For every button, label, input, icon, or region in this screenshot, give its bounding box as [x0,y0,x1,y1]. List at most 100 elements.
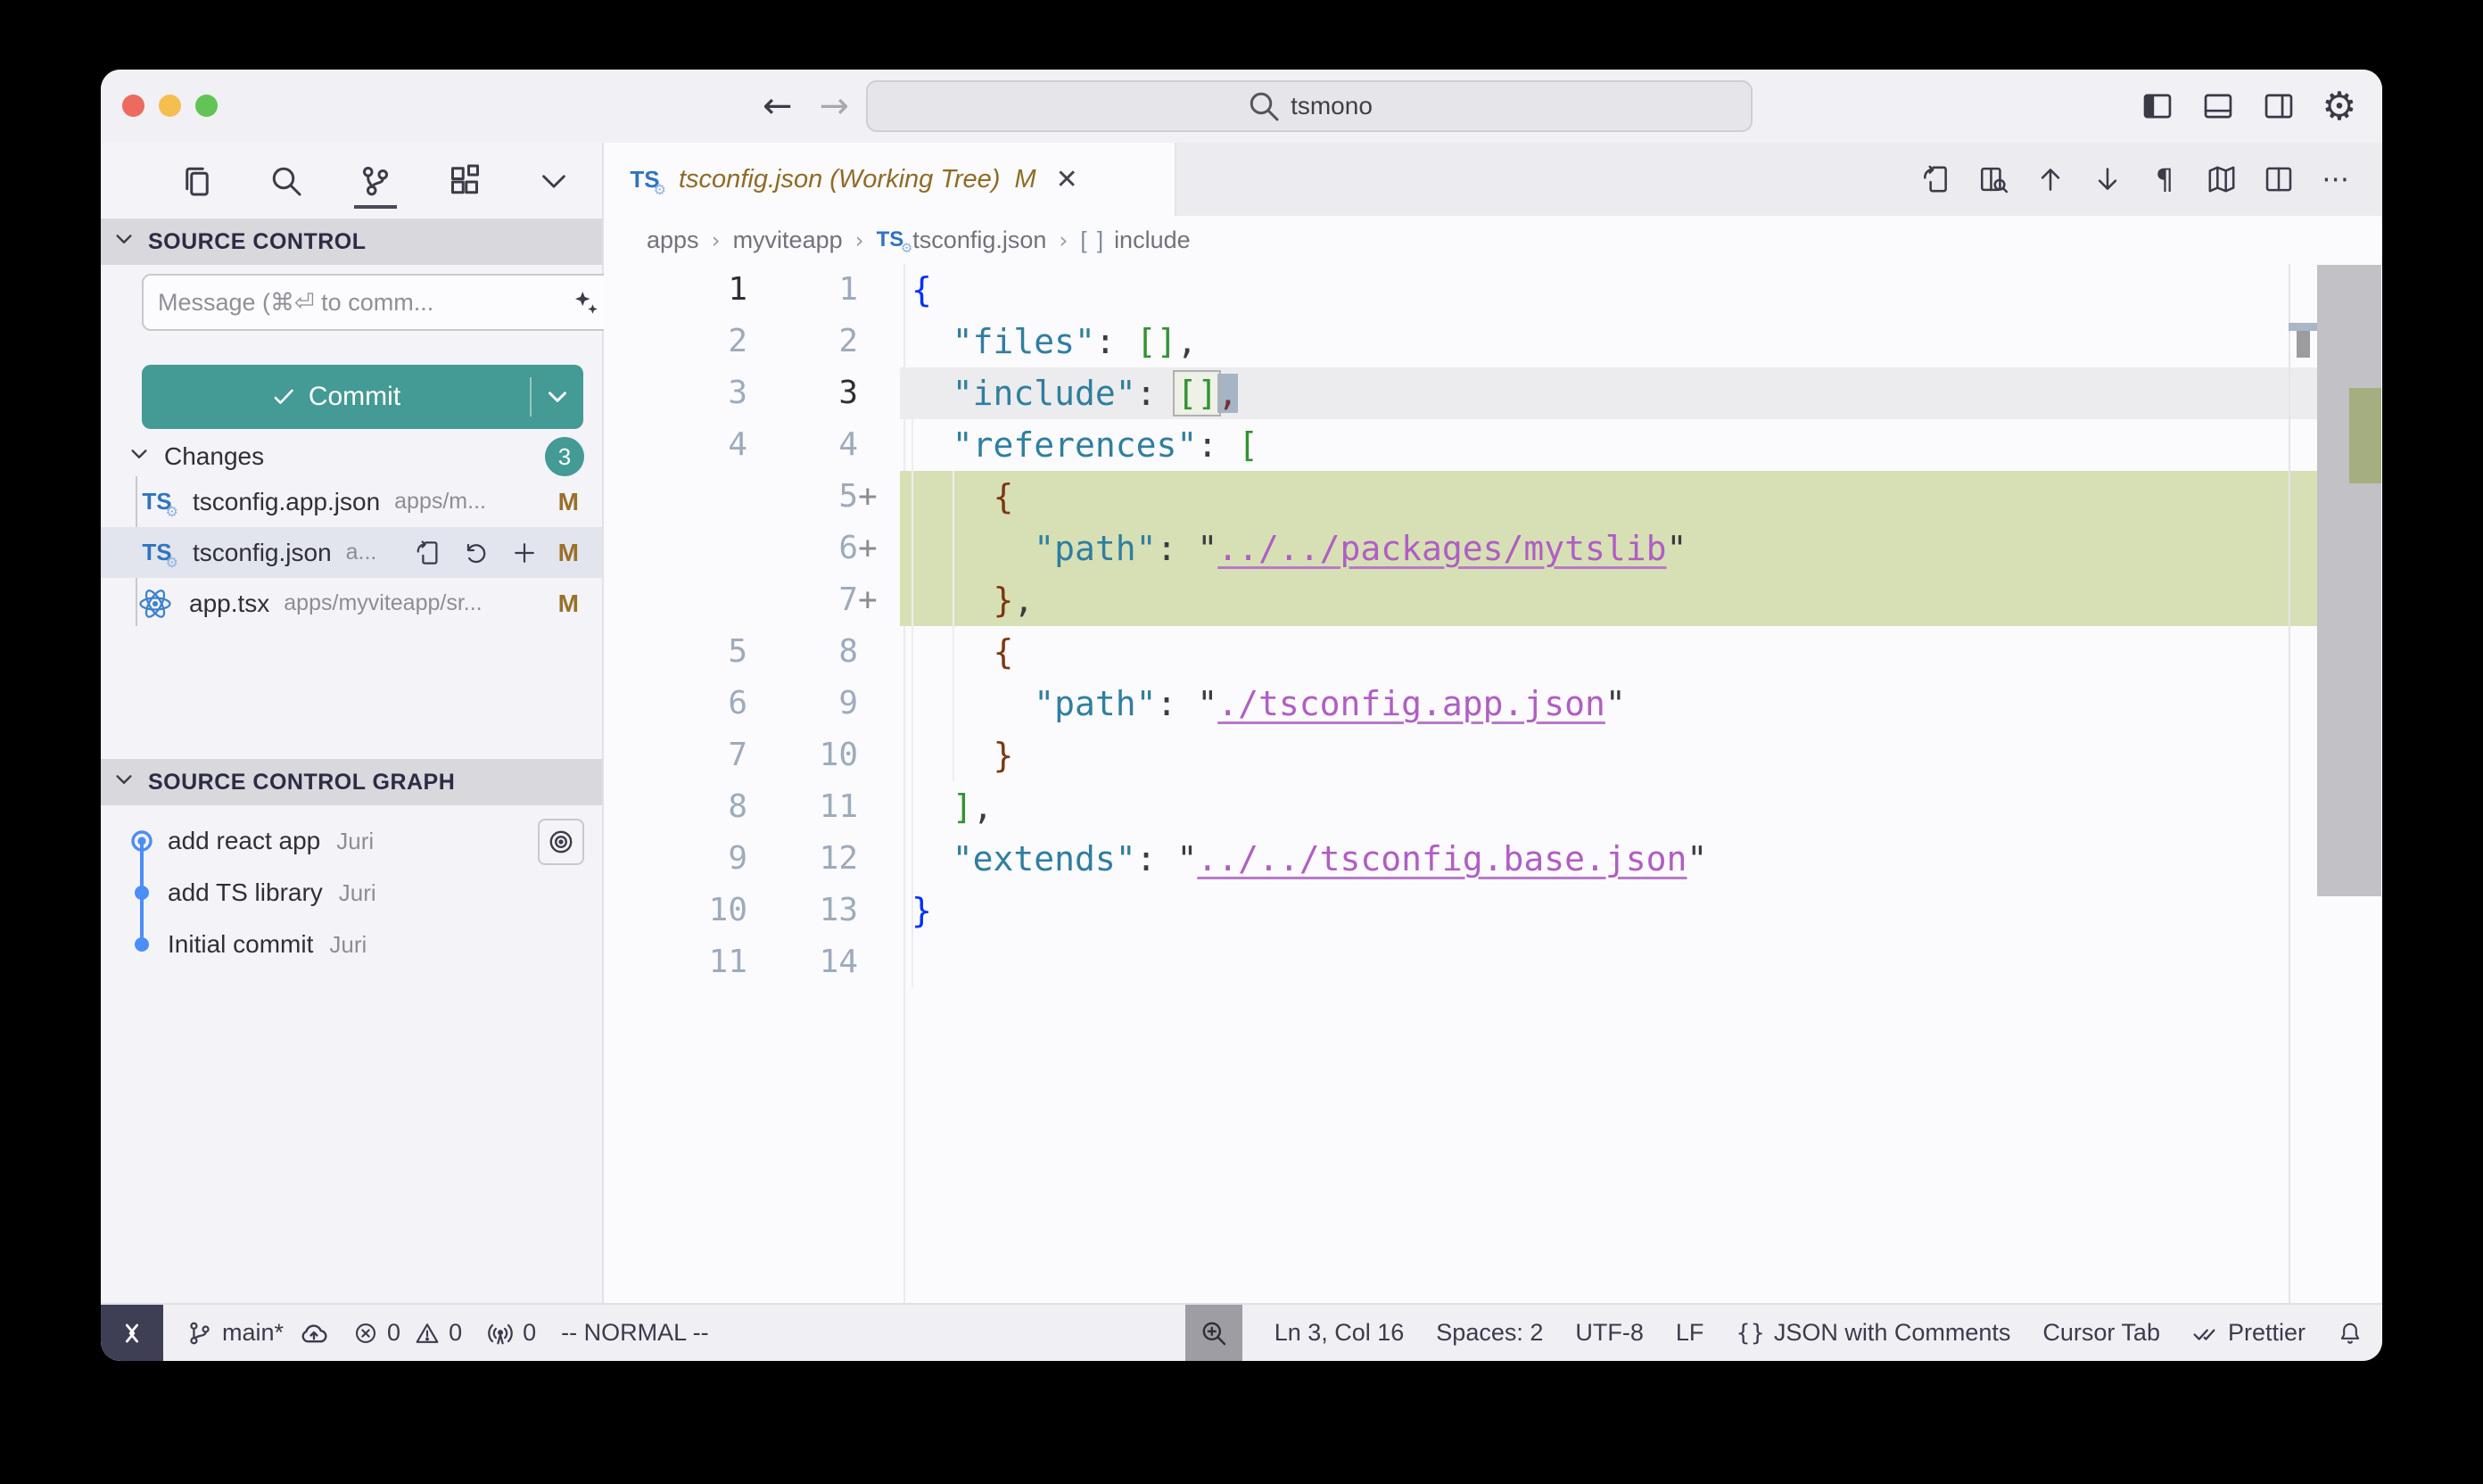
added-line-plus: + [858,574,878,626]
activity-bar [101,143,675,218]
language-mode-status-item[interactable]: {} JSON with Comments [1736,1319,2010,1347]
breadcrumb-item-myviteapp[interactable]: myviteapp [733,227,843,254]
ports-status-item[interactable]: 0 [487,1319,536,1347]
notifications-bell-icon[interactable] [2338,1321,2363,1346]
back-icon[interactable]: ← [763,86,793,127]
previous-change-button[interactable] [2031,160,2070,199]
commit-author: Juri [329,931,367,959]
toggle-panel-button[interactable] [2198,87,2238,126]
settings-button[interactable]: ⚙ [2320,87,2359,126]
typescript-file-icon: TS⚙ [137,488,177,515]
formatter-status-item[interactable]: Prettier [2192,1319,2306,1347]
zoom-status-item[interactable] [1185,1305,1242,1361]
open-changes-button[interactable] [1917,160,1956,199]
breadcrumb-item-include[interactable]: [ ]include [1080,227,1190,254]
encoding-status-item[interactable]: UTF-8 [1575,1319,1644,1347]
vim-block-cursor: , [1217,374,1238,413]
commit-button[interactable]: Commit [142,365,583,429]
commit-dropdown-button[interactable] [532,383,583,410]
discard-changes-icon[interactable] [463,540,490,566]
open-file-icon[interactable] [415,540,441,566]
tab-close-icon[interactable]: ✕ [1056,164,1078,195]
close-window-button[interactable] [122,95,144,117]
eol-status-item[interactable]: LF [1676,1319,1704,1347]
minimap-content [2289,323,2317,331]
typescript-file-icon: TS⚙ [137,539,177,566]
tab-tsconfig-working-tree[interactable]: TS⚙ tsconfig.json (Working Tree) M ✕ [604,143,1176,216]
file-path: a... [346,540,377,565]
commit-message: add react app [168,827,320,855]
activity-bar-item-source-control[interactable] [352,153,399,209]
commit-graph-row[interactable]: add TS libraryJuri [101,867,602,919]
split-editor-button[interactable] [2259,160,2298,199]
commit-message-input[interactable]: Message (⌘⏎ to comm... [142,274,615,331]
forward-icon[interactable]: → [820,86,850,127]
source-control-graph-header[interactable]: SOURCE CONTROL GRAPH [101,759,602,805]
commit-graph-row[interactable]: Initial commitJuri [101,919,602,970]
code-line-content: "files": [], [912,316,1197,367]
sparkle-icon[interactable] [573,289,599,316]
chevron-down-icon [128,442,151,472]
code-line-content: "references": [ [912,419,1258,471]
toggle-primary-sidebar-button[interactable] [2138,87,2177,126]
diff-editor[interactable]: 11{22 "files": [],33 "include": [],44 "r… [604,264,2382,1305]
code-line-content: "include": [], [912,367,1238,419]
changes-file-row[interactable]: app.tsxapps/myviteapp/sr...M [101,578,602,629]
next-change-button[interactable] [2088,160,2127,199]
activity-bar-item-more-views[interactable] [531,153,577,209]
modified-badge: M [558,539,579,567]
search-value: tsmono [1291,92,1373,120]
extensions-icon [447,163,483,199]
toggle-secondary-sidebar-button[interactable] [2259,87,2298,126]
remote-indicator[interactable] [101,1305,163,1361]
more-actions-button[interactable]: ⋯ [2316,160,2355,199]
sidebar: SOURCE CONTROL Message (⌘⏎ to comm... Co… [101,143,604,1305]
minimize-window-button[interactable] [159,95,181,117]
zoom-window-button[interactable] [195,95,218,117]
target-icon [547,828,575,856]
new-line-number: 14 [747,936,858,988]
inline-view-button[interactable] [1974,160,2013,199]
old-line-number: 2 [604,316,747,367]
code-line-content: { [912,264,932,316]
vertical-scrollbar[interactable] [2317,265,2381,896]
code-line: 811 ], [604,781,2382,833]
activity-bar-item-search[interactable] [263,153,309,209]
file-name: tsconfig.app.json [193,488,380,516]
breadcrumb-item-apps[interactable]: apps [647,227,699,254]
old-line-number: 5 [604,626,747,678]
render-whitespace-button[interactable]: ¶ [2145,160,2184,199]
previous-change-icon [2035,164,2066,194]
file-row-actions [415,540,538,566]
cursor-position-status-item[interactable]: Ln 3, Col 16 [1274,1319,1405,1347]
code-line: 33 "include": [], [604,367,2382,419]
vim-mode-status-item[interactable]: -- NORMAL -- [561,1319,708,1347]
added-line-highlight [900,471,2317,523]
changes-file-row[interactable]: TS⚙tsconfig.app.jsonapps/m...M [101,476,602,527]
editor-actions: ¶⋯ [1917,143,2355,216]
changes-file-row[interactable]: TS⚙tsconfig.jsona...M [101,527,602,578]
commit-graph-row[interactable]: add react appJuri [101,815,602,867]
stage-changes-icon[interactable] [511,540,538,566]
new-line-number: 6+ [747,523,858,574]
code-line: 1013} [604,885,2382,936]
activity-bar-item-explorer[interactable] [174,153,220,209]
vscode-window: ← → tsmono ⚙ SOURCE CONTROL Message (⌘⏎ … [101,70,2382,1361]
map-view-icon [2207,164,2237,194]
minimap[interactable] [2289,264,2290,1305]
chevron-down-icon [112,227,136,257]
tab-modified-badge: M [1014,165,1035,194]
problems-status-item[interactable]: 0 0 [353,1319,462,1347]
command-center-search[interactable]: tsmono [866,80,1753,132]
source-control-section-header[interactable]: SOURCE CONTROL [101,218,602,265]
branch-status-item[interactable]: main* [186,1319,328,1348]
checkout-target-button[interactable] [538,819,584,865]
code-line: 44 "references": [ [604,419,2382,471]
changes-section-header[interactable]: Changes 3 [101,437,602,476]
activity-bar-item-extensions[interactable] [441,153,488,209]
code-line-content: { [912,626,1013,678]
cursor-tab-status-item[interactable]: Cursor Tab [2042,1319,2160,1347]
map-view-button[interactable] [2202,160,2241,199]
indentation-status-item[interactable]: Spaces: 2 [1436,1319,1543,1347]
breadcrumb-item-tsconfig.json[interactable]: TS⚙tsconfig.json [877,227,1047,254]
